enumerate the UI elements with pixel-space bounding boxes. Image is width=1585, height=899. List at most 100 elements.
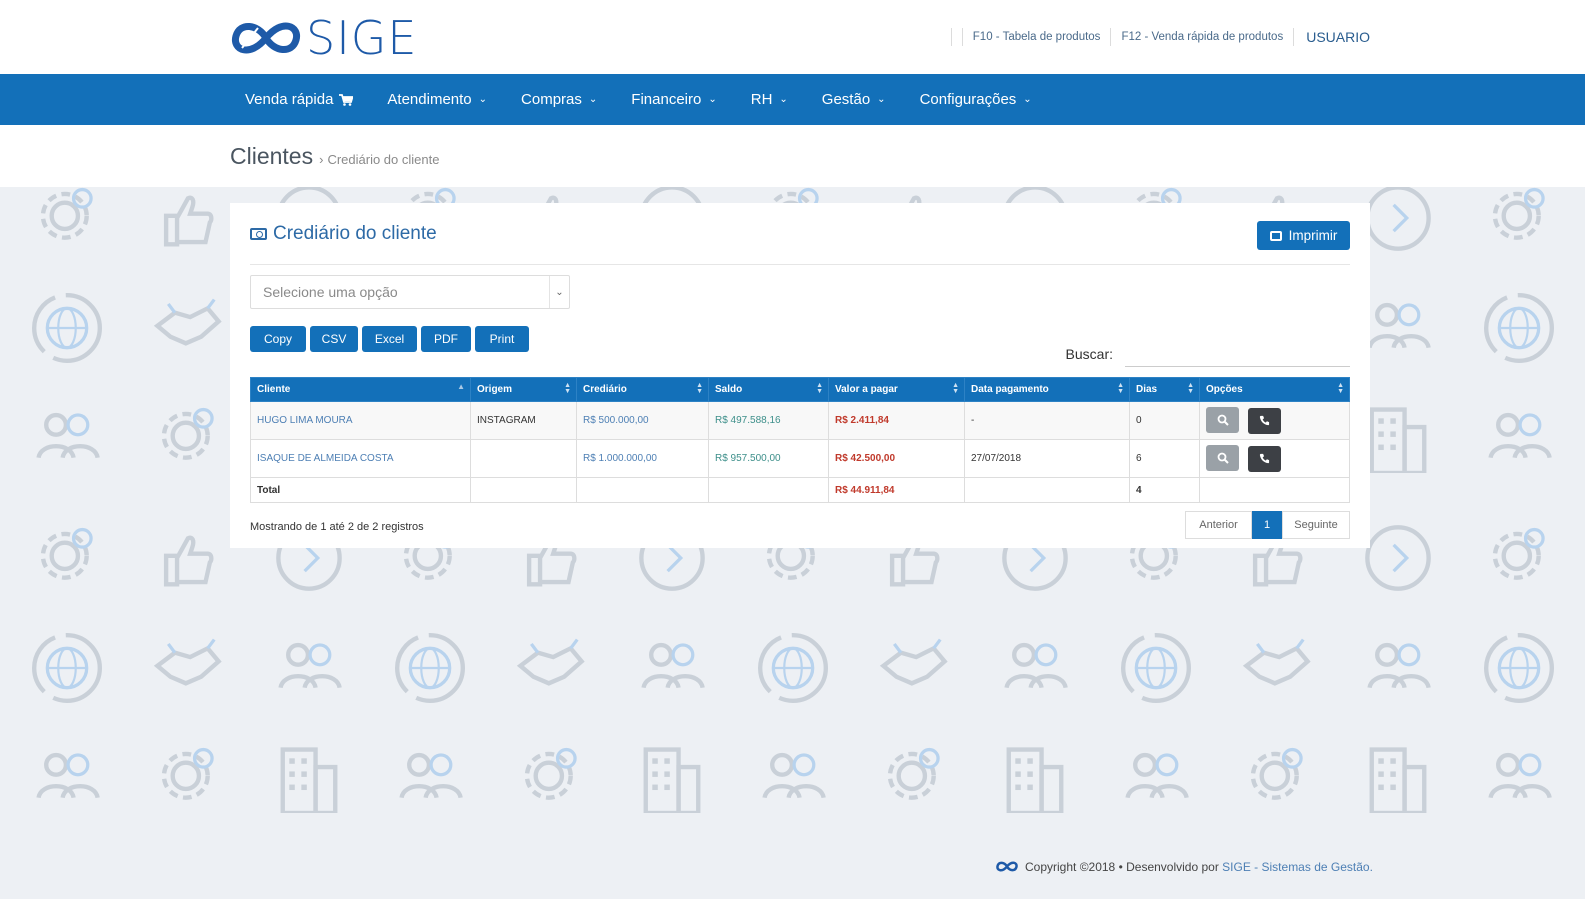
background-people-icon — [1004, 642, 1068, 689]
view-button[interactable] — [1206, 445, 1239, 472]
col-cliente[interactable]: Cliente ▲ — [250, 377, 471, 402]
background-hands-icon — [879, 638, 948, 686]
view-button[interactable] — [1206, 407, 1239, 434]
chevron-down-icon: ⌄ — [588, 94, 598, 105]
search-icon — [1217, 452, 1229, 464]
col-label: Dias — [1136, 384, 1158, 395]
col-crediario[interactable]: Crediário ▲ ▼ — [576, 377, 709, 402]
cell-data: 27/07/2018 — [964, 439, 1130, 478]
search-label: Buscar: — [1065, 346, 1113, 362]
nav-gestao[interactable]: Gestão ⌄ — [805, 74, 903, 125]
top-header: SIGE F10 - Tabela de produtos F12 - Vend… — [0, 0, 1585, 74]
background-hands-icon — [153, 298, 222, 346]
valor-value: R$ 2.411,84 — [835, 415, 889, 426]
client-link[interactable]: HUGO LIMA MOURA — [257, 415, 353, 426]
sort-icon: ▲ ▼ — [952, 382, 959, 395]
background-building-icon — [1369, 407, 1427, 473]
cell-opcoes — [1199, 401, 1350, 440]
background-gear-icon — [40, 187, 93, 240]
breadcrumb-title[interactable]: Clientes — [230, 143, 313, 170]
breadcrumb-current: Crediário do cliente — [327, 152, 440, 167]
copy-button[interactable]: Copy — [250, 326, 306, 352]
nav-rh[interactable]: RH ⌄ — [734, 74, 805, 125]
col-saldo[interactable]: Saldo ▲ ▼ — [708, 377, 829, 402]
cell-empty — [470, 477, 577, 503]
chevron-down-icon: ⌄ — [708, 94, 717, 105]
col-label: Opções — [1206, 384, 1243, 395]
cell-origem — [470, 439, 577, 478]
footer-link[interactable]: SIGE - Sistemas de Gestão. — [1222, 860, 1373, 874]
nav-label: Configurações — [919, 91, 1017, 108]
prev-page-button[interactable]: Anterior — [1185, 511, 1252, 539]
excel-button[interactable]: Excel — [362, 326, 417, 352]
background-globe-icon — [1121, 633, 1191, 703]
background-building-icon — [643, 747, 701, 813]
chevron-down-icon: ⌄ — [779, 94, 788, 105]
background-gear-icon — [887, 747, 940, 800]
sort-icon: ▲ ▼ — [1187, 382, 1194, 395]
sort-asc-icon: ▲ — [457, 382, 465, 391]
col-opcoes[interactable]: Opções ▲ ▼ — [1199, 377, 1350, 402]
phone-icon — [1259, 416, 1269, 426]
total-dias: 4 — [1129, 477, 1200, 503]
cell-crediario: R$ 500.000,00 — [576, 401, 709, 440]
col-data-pagamento[interactable]: Data pagamento ▲ ▼ — [964, 377, 1130, 402]
print-label: Imprimir — [1288, 228, 1338, 243]
crediario-table: Cliente ▲ Origem ▲ ▼ Crediário ▲ ▼ Saldo ▲ ▼ Va… — [250, 377, 1350, 503]
page-1-button[interactable]: 1 — [1252, 511, 1282, 539]
logo-text: SIGE — [306, 11, 418, 65]
background-gear-icon — [524, 747, 577, 800]
background-people-icon — [1488, 412, 1552, 459]
client-link[interactable]: ISAQUE DE ALMEIDA COSTA — [257, 453, 394, 464]
export-buttons: Copy CSV Excel PDF Print — [250, 326, 533, 352]
background-thumb-icon — [163, 195, 214, 247]
call-button[interactable] — [1247, 445, 1281, 472]
sige-logo[interactable]: SIGE — [228, 14, 417, 62]
next-page-button[interactable]: Seguinte — [1282, 511, 1350, 539]
background-arrow-icon — [1365, 187, 1431, 251]
nav-compras[interactable]: Compras ⌄ — [504, 74, 614, 125]
nav-financeiro[interactable]: Financeiro ⌄ — [614, 74, 733, 125]
printer-icon — [1269, 230, 1282, 241]
cell-origem: INSTAGRAM — [470, 401, 577, 440]
background-building-icon — [1369, 747, 1427, 813]
pdf-button[interactable]: PDF — [421, 326, 471, 352]
cell-dias: 0 — [1129, 401, 1200, 440]
f12-link[interactable]: F12 - Venda rápida de produtos — [1121, 31, 1283, 43]
col-dias[interactable]: Dias ▲ ▼ — [1129, 377, 1200, 402]
user-menu[interactable]: USUARIO — [1306, 29, 1370, 45]
col-origem[interactable]: Origem ▲ ▼ — [470, 377, 577, 402]
search-input[interactable] — [1125, 341, 1350, 367]
chevron-down-icon: ⌄ — [1023, 94, 1032, 105]
sort-icon: ▲ ▼ — [816, 382, 823, 395]
divider — [961, 28, 963, 46]
cell-empty — [708, 477, 829, 503]
saldo-value: R$ 497.588,16 — [715, 415, 781, 426]
nav-venda-rapida[interactable]: Venda rápida — [228, 74, 370, 125]
col-label: Cliente — [257, 384, 291, 395]
cell-opcoes — [1199, 439, 1350, 478]
cell-cliente[interactable]: ISAQUE DE ALMEIDA COSTA — [250, 439, 471, 478]
print-button[interactable]: Imprimir — [1257, 221, 1350, 250]
total-valor-value: R$ 44.911,84 — [835, 484, 895, 496]
print-export-button[interactable]: Print — [475, 326, 529, 352]
footer-logo-icon — [996, 861, 1018, 872]
sort-icon: ▲ ▼ — [1337, 382, 1344, 395]
call-button[interactable] — [1247, 407, 1281, 434]
col-valor-a-pagar[interactable]: Valor a pagar ▲ ▼ — [828, 377, 965, 402]
f10-link[interactable]: F10 - Tabela de produtos — [973, 31, 1101, 43]
cell-cliente[interactable]: HUGO LIMA MOURA — [250, 401, 471, 440]
cell-empty — [1199, 477, 1350, 503]
csv-button[interactable]: CSV — [310, 326, 358, 352]
nav-configuracoes[interactable]: Configurações ⌄ — [903, 74, 1049, 125]
total-label: Total — [250, 477, 471, 503]
valor-value: R$ 42.500,00 — [835, 453, 896, 464]
nav-atendimento[interactable]: Atendimento ⌄ — [370, 74, 504, 125]
option-select[interactable]: Selecione uma opção ⌄ — [250, 275, 570, 309]
divider — [950, 28, 952, 46]
cell-saldo: R$ 957.500,00 — [708, 439, 829, 478]
table-row: HUGO LIMA MOURA INSTAGRAM R$ 500.000,00 … — [250, 401, 1350, 440]
panel-title-text: Crediário do cliente — [273, 223, 437, 244]
crediario-value: R$ 500.000,00 — [583, 415, 649, 426]
background-people-icon — [36, 412, 100, 459]
